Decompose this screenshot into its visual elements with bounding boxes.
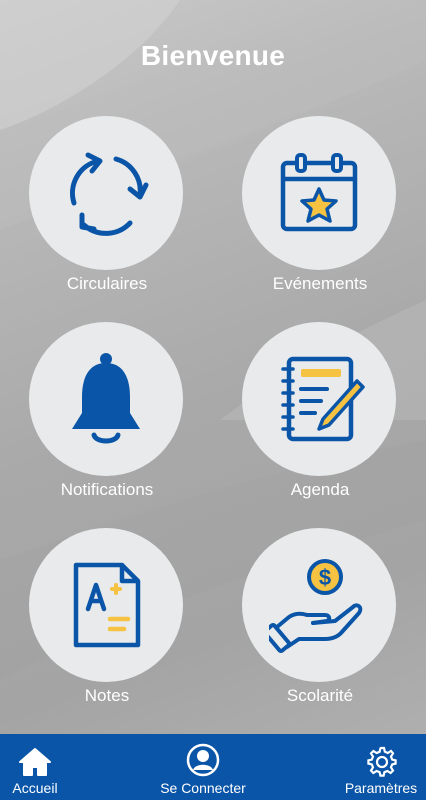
tile-label-evenements: Evénements [272, 274, 368, 293]
page-title: Bienvenue [140, 40, 286, 71]
tile-scolarite[interactable]: $ Scolarité [235, 528, 405, 718]
refresh-cycle-icon [70, 152, 149, 236]
gear-icon [367, 746, 397, 777]
tile-icon-circle [242, 116, 396, 270]
nav-login-button[interactable]: Se Connecter [138, 743, 268, 800]
nav-settings-button[interactable]: Paramètres [336, 745, 426, 800]
tile-label-circulaires: Circulaires [66, 274, 148, 293]
notebook-pencil-icon [281, 356, 365, 442]
tile-label-agenda: Agenda [290, 480, 350, 499]
svg-text:$: $ [319, 565, 331, 590]
bottom-navigation-bar: Accueil Se Connecter Paramètres [0, 734, 426, 800]
calendar-star-icon [280, 153, 358, 232]
tile-icon-circle: $ [242, 528, 396, 682]
tile-notes[interactable]: Notes [22, 528, 192, 718]
grade-document-icon [73, 562, 141, 648]
hand-coin-icon: $ [269, 559, 363, 653]
tile-evenements[interactable]: Evénements [235, 116, 405, 306]
bell-icon [72, 353, 140, 444]
tile-notifications[interactable]: Notifications [22, 322, 192, 512]
tile-icon-circle [29, 322, 183, 476]
user-avatar-icon [186, 743, 220, 777]
tile-icon-circle [242, 322, 396, 476]
home-icon [19, 748, 51, 776]
tile-icon-circle [29, 528, 183, 682]
nav-login-label: Se Connecter [160, 780, 246, 796]
tile-icon-circle [29, 116, 183, 270]
nav-home-label: Accueil [12, 780, 58, 796]
tile-circulaires[interactable]: Circulaires [22, 116, 192, 306]
tile-agenda[interactable]: Agenda [235, 322, 405, 512]
tile-label-scolarite: Scolarité [286, 686, 354, 705]
nav-settings-label: Paramètres [344, 780, 418, 796]
tile-label-notes: Notes [84, 686, 130, 705]
nav-home-button[interactable]: Accueil [0, 747, 70, 800]
tile-label-notifications: Notifications [60, 480, 154, 499]
